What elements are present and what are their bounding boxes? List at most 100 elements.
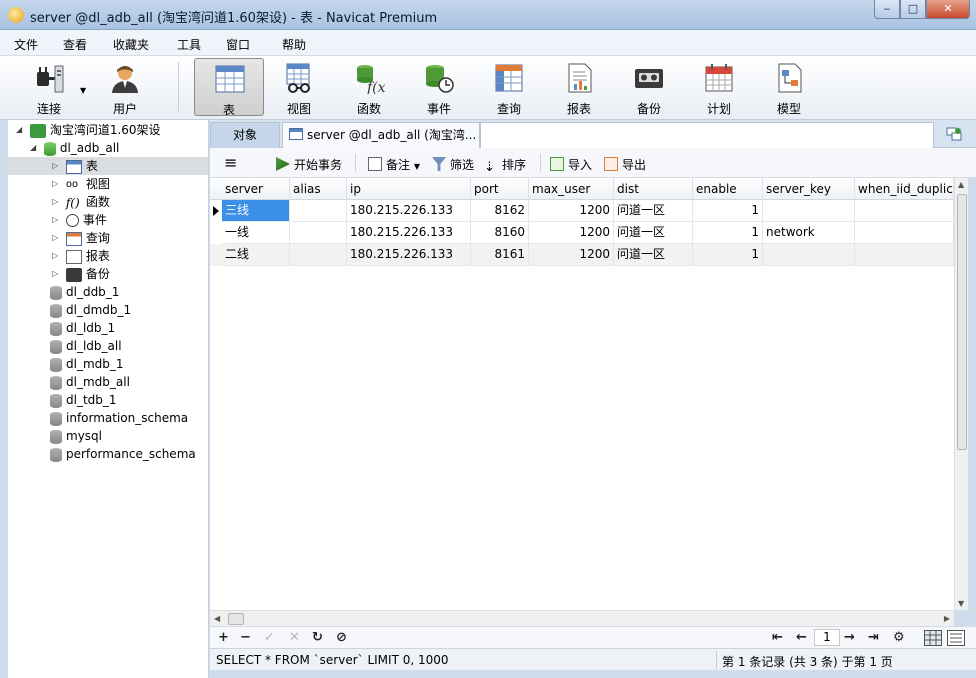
cell-max-user[interactable]: 1200	[529, 244, 614, 266]
tree-database[interactable]: information_schema	[50, 409, 188, 427]
expand-arrow-icon[interactable]: ▷	[52, 157, 62, 175]
menu-favorites[interactable]: 收藏夹	[113, 36, 149, 53]
connection-dropdown-caret-icon[interactable]: ▼	[80, 86, 86, 95]
cell-server[interactable]: 三线	[222, 200, 290, 222]
cell-alias[interactable]	[290, 244, 347, 266]
stop-icon[interactable]: ⊘	[336, 630, 347, 645]
menu-help[interactable]: 帮助	[282, 36, 306, 53]
column-header-server[interactable]: server	[222, 178, 290, 200]
report-button[interactable]: 报表	[544, 58, 614, 116]
query-button[interactable]: 查询	[474, 58, 544, 116]
tree-item-views[interactable]: ▷ oo 视图	[52, 175, 110, 193]
memo-button[interactable]: 备注 ▼	[368, 156, 420, 173]
cell-when-iid-duplicate[interactable]	[855, 244, 954, 266]
tab-server-table[interactable]: server @dl_adb_all (淘宝湾...	[282, 122, 480, 148]
tree-database[interactable]: dl_mdb_all	[50, 373, 130, 391]
column-header-enable[interactable]: enable	[693, 178, 763, 200]
cell-port[interactable]: 8162	[471, 200, 529, 222]
model-button[interactable]: 模型	[754, 58, 824, 116]
tree-database-open[interactable]: ◢ dl_adb_all	[30, 139, 119, 157]
cell-max-user[interactable]: 1200	[529, 200, 614, 222]
collapse-arrow-icon[interactable]: ◢	[16, 121, 26, 139]
cell-dist[interactable]: 问道一区	[614, 200, 693, 222]
tree-database[interactable]: mysql	[50, 427, 102, 445]
table-row[interactable]: 一线 180.215.226.133 8160 1200 问道一区 1 netw…	[210, 222, 954, 244]
tree-item-reports[interactable]: ▷ 报表	[52, 247, 110, 265]
horizontal-scrollbar[interactable]: ◀ ▶	[210, 610, 954, 626]
tab-objects[interactable]: 对象	[210, 122, 280, 148]
scroll-right-icon[interactable]: ▶	[944, 614, 950, 623]
form-view-icon[interactable]	[947, 630, 965, 646]
cell-port[interactable]: 8160	[471, 222, 529, 244]
vertical-scroll-thumb[interactable]	[957, 194, 967, 450]
tree-item-queries[interactable]: ▷ 查询	[52, 229, 110, 247]
cell-when-iid-duplicate[interactable]	[855, 222, 954, 244]
event-button[interactable]: 事件	[404, 58, 474, 116]
column-header-dist[interactable]: dist	[614, 178, 693, 200]
expand-arrow-icon[interactable]: ▷	[52, 247, 62, 265]
cell-enable[interactable]: 1	[693, 222, 763, 244]
schedule-button[interactable]: 计划	[684, 58, 754, 116]
scroll-left-icon[interactable]: ◀	[214, 614, 220, 623]
column-header-when-iid-duplicate[interactable]: when_iid_duplica	[855, 178, 954, 200]
tree-database[interactable]: dl_tdb_1	[50, 391, 117, 409]
connection-button[interactable]: 连接	[14, 58, 84, 116]
tree-item-tables[interactable]: ▷ 表	[8, 157, 208, 175]
tree-database[interactable]: dl_dmdb_1	[50, 301, 131, 319]
column-header-alias[interactable]: alias	[290, 178, 347, 200]
first-page-icon[interactable]: ⇤	[772, 630, 783, 645]
table-row[interactable]: 二线 180.215.226.133 8161 1200 问道一区 1	[210, 244, 954, 266]
expand-arrow-icon[interactable]: ▷	[52, 175, 62, 193]
menu-window[interactable]: 窗口	[226, 36, 250, 53]
menu-tools[interactable]: 工具	[177, 36, 201, 53]
cell-max-user[interactable]: 1200	[529, 222, 614, 244]
horizontal-scroll-thumb[interactable]	[228, 613, 244, 625]
function-button[interactable]: f(x) 函数	[334, 58, 404, 116]
user-button[interactable]: 用户	[90, 58, 160, 116]
tree-database[interactable]: performance_schema	[50, 445, 196, 463]
backup-button[interactable]: 备份	[614, 58, 684, 116]
tree-item-functions[interactable]: ▷ f() 函数	[52, 193, 110, 211]
import-button[interactable]: 导入	[550, 156, 592, 173]
cell-alias[interactable]	[290, 222, 347, 244]
filter-button[interactable]: 筛选	[432, 156, 474, 173]
close-button[interactable]: ✕	[926, 0, 970, 19]
expand-arrow-icon[interactable]: ▷	[52, 265, 62, 283]
tree-database[interactable]: dl_ldb_all	[50, 337, 122, 355]
tree-item-events[interactable]: ▷ 事件	[52, 211, 107, 229]
cell-when-iid-duplicate[interactable]	[855, 200, 954, 222]
cell-dist[interactable]: 问道一区	[614, 244, 693, 266]
add-record-icon[interactable]: +	[218, 630, 229, 645]
expand-arrow-icon[interactable]: ▷	[52, 211, 62, 229]
cell-enable[interactable]: 1	[693, 244, 763, 266]
table-row[interactable]: 三线 180.215.226.133 8162 1200 问道一区 1	[210, 200, 954, 222]
menu-icon[interactable]: ≡	[224, 153, 237, 172]
minimize-button[interactable]: ‒	[874, 0, 900, 19]
cell-server-key[interactable]	[763, 244, 855, 266]
menu-file[interactable]: 文件	[14, 36, 38, 53]
grid-view-icon[interactable]	[924, 630, 942, 646]
tree-connection[interactable]: ◢ 淘宝湾问道1.60架设	[16, 121, 161, 139]
scroll-up-icon[interactable]: ▲	[958, 180, 964, 189]
column-header-server-key[interactable]: server_key	[763, 178, 855, 200]
refresh-icon[interactable]: ↻	[312, 630, 323, 645]
table-button[interactable]: 表	[194, 58, 264, 117]
new-tab-icon[interactable]	[946, 127, 962, 141]
tree-database[interactable]: dl_ldb_1	[50, 319, 115, 337]
collapse-arrow-icon[interactable]: ◢	[30, 139, 40, 157]
cell-alias[interactable]	[290, 200, 347, 222]
column-header-port[interactable]: port	[471, 178, 529, 200]
tree-database[interactable]: dl_mdb_1	[50, 355, 124, 373]
page-number-input[interactable]: 1	[814, 629, 840, 646]
export-button[interactable]: 导出	[604, 156, 646, 173]
cell-ip[interactable]: 180.215.226.133	[347, 244, 471, 266]
maximize-button[interactable]: □	[900, 0, 926, 19]
expand-arrow-icon[interactable]: ▷	[52, 229, 62, 247]
cell-server[interactable]: 一线	[222, 222, 290, 244]
previous-page-icon[interactable]: ←	[796, 630, 807, 645]
expand-arrow-icon[interactable]: ▷	[52, 193, 62, 211]
cell-ip[interactable]: 180.215.226.133	[347, 200, 471, 222]
next-page-icon[interactable]: →	[844, 630, 855, 645]
tree-database[interactable]: dl_ddb_1	[50, 283, 119, 301]
cell-server-key[interactable]	[763, 200, 855, 222]
